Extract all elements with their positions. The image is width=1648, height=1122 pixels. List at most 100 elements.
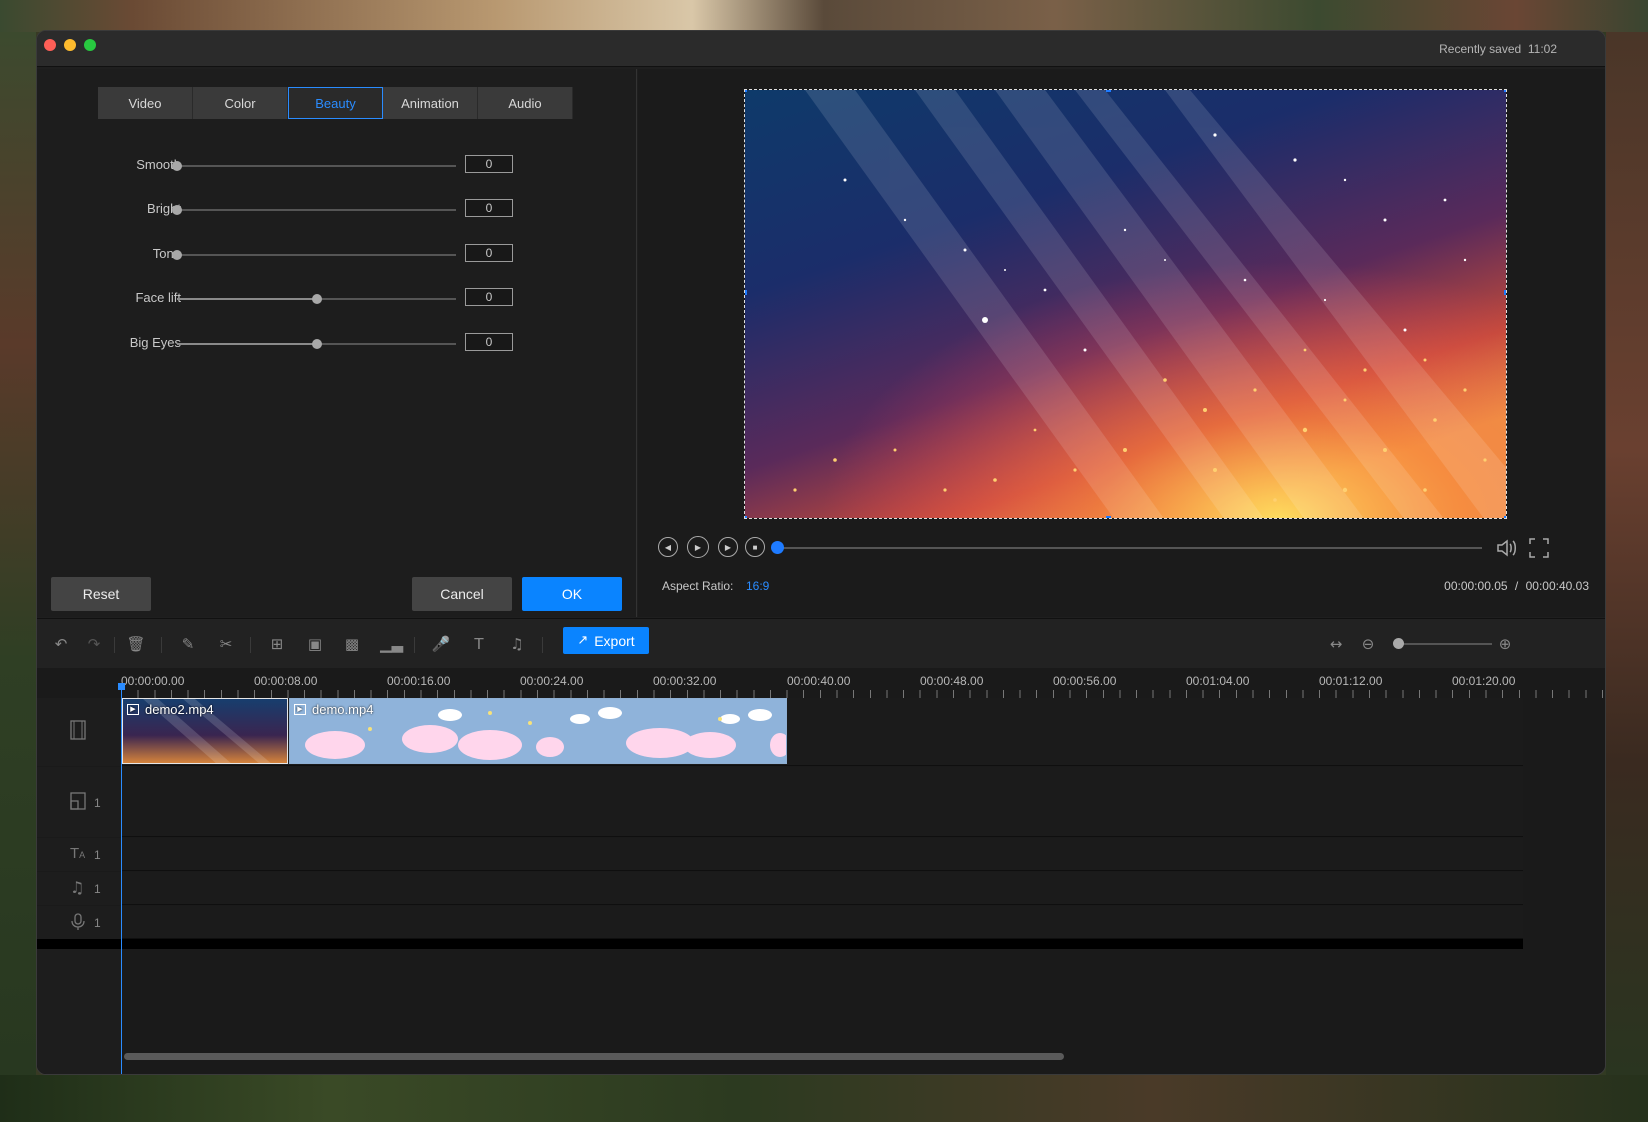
ok-button[interactable]: OK [522,577,622,611]
time-separator: / [1514,579,1519,593]
slider-label: Big Eyes [129,335,181,350]
export-button[interactable]: ↗ Export [563,627,649,654]
voice-change-icon[interactable]: ♫ [507,634,527,654]
minimize-window-button[interactable] [64,39,76,51]
track-count: 1 [94,848,101,862]
tick-label: 00:00:32.00 [653,674,717,688]
video-preview[interactable] [744,89,1507,519]
fullscreen-icon[interactable] [1528,537,1550,559]
video-track-icon [70,720,86,740]
resize-handle[interactable] [745,290,747,295]
cut-icon[interactable]: ✂ [216,634,236,654]
bright-slider[interactable] [172,205,456,215]
face-lift-value-field[interactable]: 0 [465,288,513,306]
previous-frame-icon[interactable]: ◀ [658,537,678,557]
tick-label: 00:00:16.00 [387,674,451,688]
timeline-ruler[interactable]: 00:00:00.00 00:00:08.00 00:00:16.00 00:0… [121,668,1605,698]
smooth-slider[interactable] [172,161,456,171]
video-track[interactable]: ▶ demo2.mp4 ▶ demo.mp4 [121,698,1523,766]
slider-row-big-eyes: Big Eyes 0 [37,332,637,356]
resize-handle[interactable] [745,90,747,92]
face-lift-slider[interactable] [177,294,456,304]
zoom-slider-thumb[interactable] [1393,638,1404,649]
big-eyes-value-field[interactable]: 0 [465,333,513,351]
timeline-scrollbar[interactable] [124,1053,1064,1060]
next-frame-icon[interactable]: ▶ [718,537,738,557]
desktop-background [0,0,1648,32]
zoom-in-icon[interactable]: ⊕ [1495,634,1515,654]
playhead[interactable] [121,686,122,1074]
smooth-value-field[interactable]: 0 [465,155,513,173]
slider-thumb[interactable] [172,205,182,215]
playback-scrubber[interactable] [778,547,1482,549]
big-eyes-slider[interactable] [177,339,456,349]
tone-value-field[interactable]: 0 [465,244,513,262]
slider-row-smooth: Smooth 0 [37,154,637,178]
maximize-window-button[interactable] [84,39,96,51]
tab-color[interactable]: Color [193,87,288,119]
preview-image [745,90,1506,518]
voice-track-icon [71,913,85,930]
microphone-icon[interactable]: 🎤 [431,634,451,654]
redo-icon[interactable]: ↷ [84,634,104,654]
property-tabs: Video Color Beauty Animation Audio [98,87,573,119]
slider-thumb[interactable] [311,294,322,304]
slider-thumb[interactable] [311,339,322,349]
slider-thumb[interactable] [172,161,182,171]
track-count: 1 [94,796,101,810]
tab-video[interactable]: Video [98,87,193,119]
crop-icon[interactable]: ⊞ [267,634,287,654]
mosaic-icon[interactable]: ▩ [342,634,362,654]
aspect-ratio-value[interactable]: 16:9 [746,579,769,593]
tab-animation[interactable]: Animation [383,87,478,119]
audio-level-icon[interactable]: ▁▃ [380,634,403,654]
voice-track[interactable] [121,906,1523,939]
stop-icon[interactable]: ■ [745,537,765,557]
resize-handle[interactable] [1504,90,1506,92]
edit-icon[interactable]: ✎ [178,634,198,654]
tick-label: 00:00:48.00 [920,674,984,688]
slider-row-face-lift: Face lift 0 [37,287,637,311]
video-clip-icon: ▶ [127,704,139,715]
resize-handle[interactable] [1504,516,1506,518]
bright-value-field[interactable]: 0 [465,199,513,217]
playback-controls: ◀ ▶ ▶ ■ [638,536,1605,567]
resize-handle[interactable] [745,516,747,518]
tick-label: 00:01:12.00 [1319,674,1383,688]
slider-row-tone: Tone 0 [37,243,637,267]
reset-button[interactable]: Reset [51,577,151,611]
volume-icon[interactable] [1495,536,1519,560]
tone-slider[interactable] [172,250,456,260]
undo-icon[interactable]: ↶ [51,634,71,654]
title-bar: Recently saved 11:02 [37,31,1605,67]
resize-handle[interactable] [1504,290,1506,295]
video-clip-icon: ▶ [294,704,306,715]
overlay-track[interactable] [121,767,1523,837]
zoom-out-icon[interactable]: ⊖ [1358,634,1378,654]
cancel-button[interactable]: Cancel [412,577,512,611]
slider-label: Face lift [135,290,181,305]
resize-icon[interactable]: ▣ [305,634,325,654]
fit-timeline-icon[interactable]: ↔ [1326,634,1346,654]
resize-handle[interactable] [1106,516,1111,518]
text-to-speech-icon[interactable]: T [469,634,489,654]
edit-toolbar: ↶ ↷ 🗑 ✎ ✂ ⊞ ▣ ▩ ▁▃ 🎤 T ♫ ↗ Export ↔ ⊖ ⊕ [37,618,1605,668]
clip-name: demo2.mp4 [145,702,214,717]
voice-track-header: 1 [37,906,121,939]
timeline-clip[interactable]: ▶ demo2.mp4 [122,698,288,764]
tab-beauty[interactable]: Beauty [288,87,383,119]
resize-handle[interactable] [1106,90,1111,92]
clip-label: ▶ demo2.mp4 [127,702,214,717]
timeline-clip[interactable]: ▶ demo.mp4 [289,698,787,764]
music-track[interactable] [121,872,1523,905]
slider-thumb[interactable] [172,250,182,260]
track-count: 1 [94,916,101,930]
video-track-header [37,698,121,766]
delete-icon[interactable]: 🗑 [126,634,146,654]
text-track[interactable] [121,838,1523,871]
play-icon[interactable]: ▶ [687,536,709,558]
close-window-button[interactable] [44,39,56,51]
tick-label: 00:01:04.00 [1186,674,1250,688]
scrubber-thumb[interactable] [771,541,784,554]
timeline-zoom-slider[interactable] [1396,643,1492,645]
